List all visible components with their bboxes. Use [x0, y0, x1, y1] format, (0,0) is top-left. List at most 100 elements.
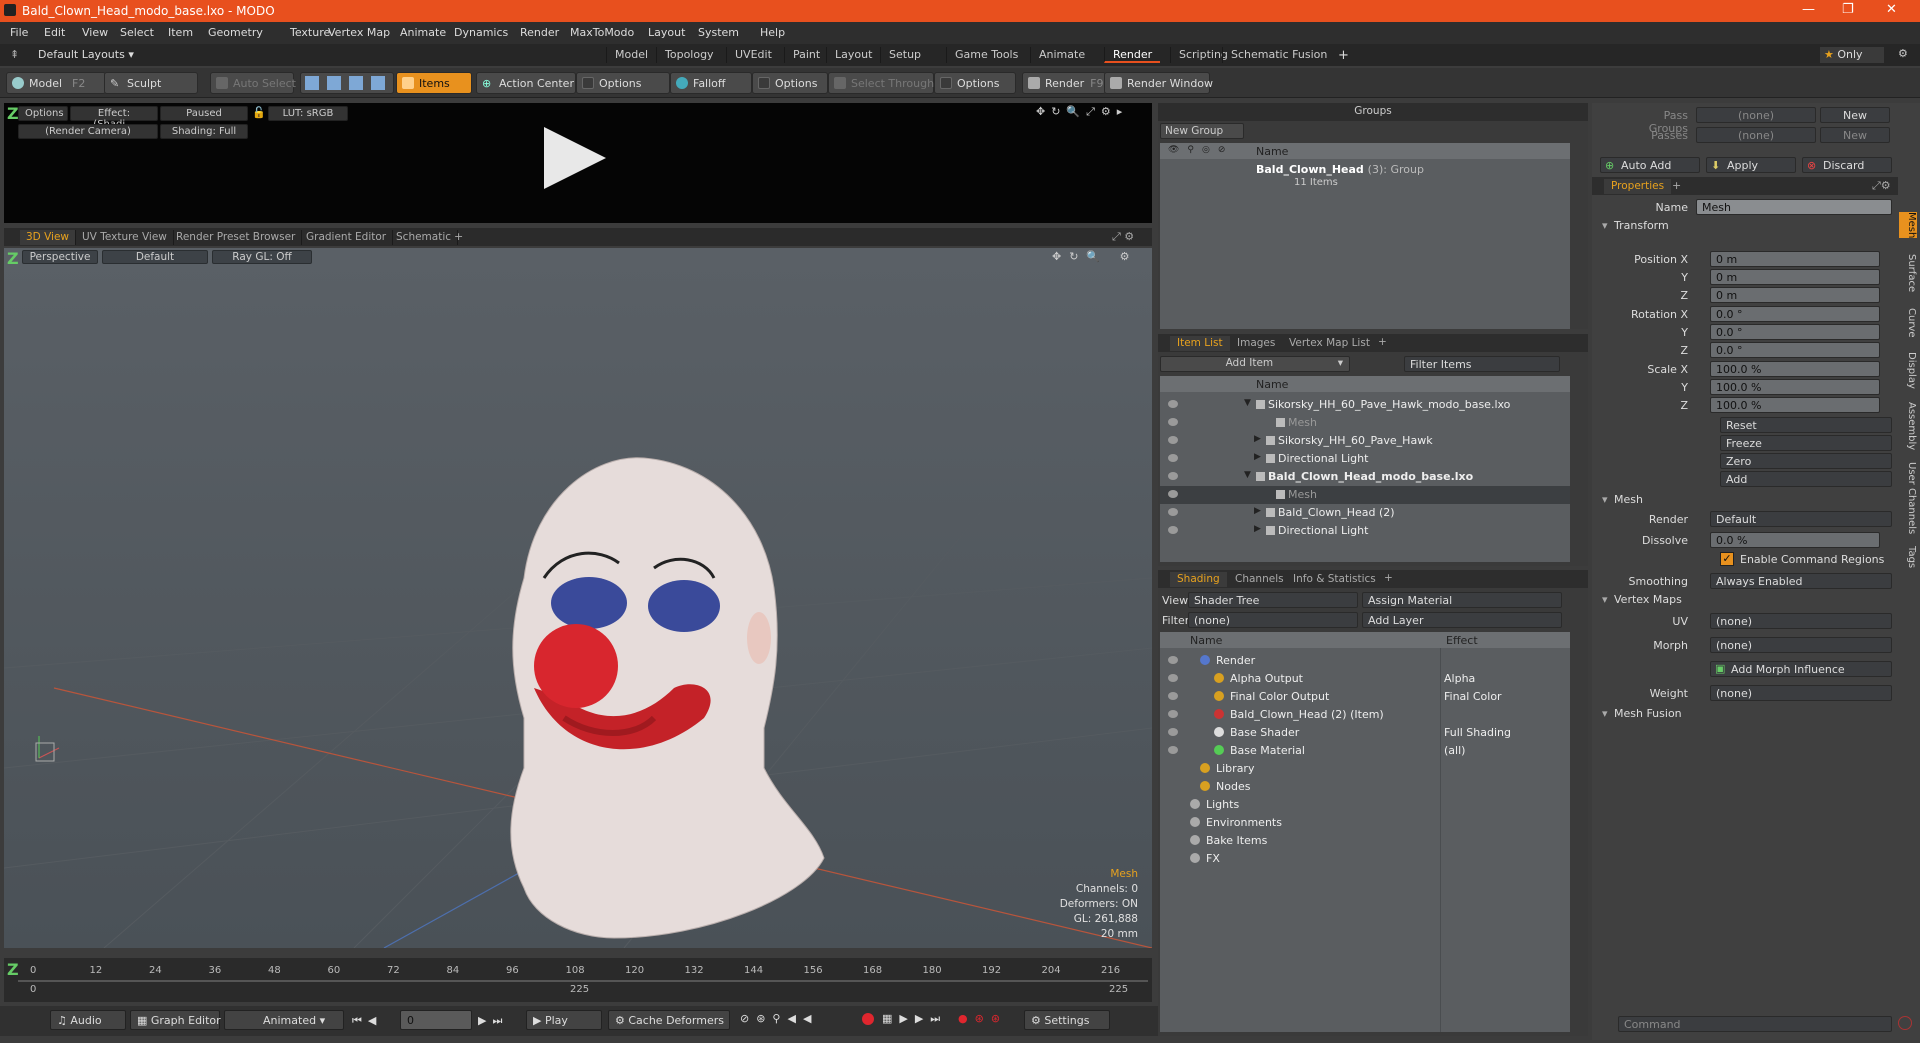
position-x-field[interactable]: 0 m: [1710, 251, 1880, 267]
item-list-row[interactable]: ▶ Directional Light: [1160, 450, 1570, 468]
command-input[interactable]: Command: [1618, 1016, 1892, 1032]
shader-row[interactable]: Render: [1160, 652, 1570, 670]
timeline-range-bar[interactable]: [18, 980, 1148, 982]
shader-filter-dropdown[interactable]: (none): [1188, 612, 1358, 628]
item-list-row[interactable]: Mesh: [1160, 414, 1570, 432]
item-list-row[interactable]: Mesh: [1160, 486, 1570, 504]
layout-tab-layout[interactable]: Layout: [826, 47, 880, 63]
layout-tab-game-tools[interactable]: Game Tools: [946, 47, 1026, 63]
preview-nav-icons[interactable]: ✥↻🔍⤢⚙▸: [1036, 105, 1128, 119]
scale-z-field[interactable]: 100.0 %: [1710, 397, 1880, 413]
rotation-z-field[interactable]: 0.0 °: [1710, 342, 1880, 358]
shader-row[interactable]: Bald_Clown_Head (2) (Item): [1160, 706, 1570, 724]
add-tab-icon[interactable]: +: [1378, 336, 1387, 348]
only-toggle[interactable]: ★ Only: [1820, 47, 1884, 63]
graph-editor-button[interactable]: ▦ Graph Editor: [130, 1010, 221, 1030]
menu-dynamics[interactable]: Dynamics: [454, 26, 508, 39]
tab-uv-texture-view[interactable]: UV Texture View: [76, 230, 174, 245]
enable-command-regions-checkbox[interactable]: ✓: [1720, 552, 1734, 566]
preview-options-button[interactable]: Options: [18, 106, 68, 121]
side-tab-surface[interactable]: Surface: [1899, 254, 1917, 292]
preview-paused-button[interactable]: Paused: [160, 106, 248, 121]
new-pass-button[interactable]: New: [1820, 127, 1890, 143]
layout-tab-uvedit[interactable]: UVEdit: [726, 47, 780, 63]
render-preview[interactable]: Z Options Effect: (Shadi... Paused 🔓 LUT…: [4, 103, 1152, 223]
sculpt-button[interactable]: ✎ Sculpt: [104, 72, 198, 94]
maximize-viewport-icon[interactable]: ⤢ ⚙: [1112, 230, 1134, 244]
rotation-y-field[interactable]: 0.0 °: [1710, 324, 1880, 340]
layout-tab-paint[interactable]: Paint: [784, 47, 828, 63]
item-list-row[interactable]: ▶ Sikorsky_HH_60_Pave_Hawk: [1160, 432, 1570, 450]
new-group-button[interactable]: New Group: [1160, 123, 1244, 139]
close-icon[interactable]: ✕: [1886, 2, 1897, 17]
add-tab-icon[interactable]: +: [1384, 572, 1393, 584]
menu-maxtomodo[interactable]: MaxToModo: [570, 26, 634, 39]
shader-effect[interactable]: (all): [1444, 744, 1465, 757]
falloff-options[interactable]: Options: [752, 72, 828, 94]
visibility-eye-icon[interactable]: [1168, 674, 1178, 682]
auto-key-icons[interactable]: ●⊛⊛: [958, 1012, 1007, 1025]
layout-tab-animate[interactable]: Animate: [1030, 47, 1093, 63]
visibility-eye-icon[interactable]: [1168, 508, 1178, 516]
audio-button[interactable]: ♫ Audio: [50, 1010, 126, 1030]
panel-options-icon[interactable]: ⤢⚙: [1872, 179, 1891, 193]
mesh-fusion-section[interactable]: Mesh Fusion: [1600, 707, 1896, 723]
add-tab-icon[interactable]: +: [454, 230, 463, 243]
rotation-x-field[interactable]: 0.0 °: [1710, 306, 1880, 322]
visibility-eye-icon[interactable]: [1168, 418, 1178, 426]
preview-effect-dropdown[interactable]: Effect: (Shadi...: [70, 106, 158, 130]
item-list-row[interactable]: ▶ Bald_Clown_Head (2): [1160, 504, 1570, 522]
settings-button[interactable]: ⚙ Settings: [1024, 1010, 1110, 1030]
layout-preset[interactable]: Default Layouts ▾: [38, 48, 134, 61]
add-tab-icon[interactable]: +: [1672, 179, 1681, 192]
transport-forward-icons[interactable]: ▶⏭: [478, 1014, 508, 1028]
filter-items-input[interactable]: Filter Items: [1404, 356, 1560, 372]
weight-dropdown[interactable]: (none): [1710, 685, 1892, 701]
expand-arrow-icon[interactable]: ▶: [1254, 524, 1261, 534]
menu-system[interactable]: System: [698, 26, 739, 39]
shader-row[interactable]: Library: [1160, 760, 1570, 778]
shader-row[interactable]: Lights: [1160, 796, 1570, 814]
menu-geometry[interactable]: Geometry: [208, 26, 263, 39]
position-z-field[interactable]: 0 m: [1710, 287, 1880, 303]
discard-button[interactable]: ⊗ Discard: [1802, 157, 1892, 173]
passes-dropdown[interactable]: (none): [1696, 127, 1816, 143]
play-icon[interactable]: [544, 127, 606, 189]
3d-viewport[interactable]: Z Perspective Default Ray GL: Off ✥↻🔍 ⚙: [4, 248, 1152, 948]
item-list-row[interactable]: ▼ Bald_Clown_Head_modo_base.lxo: [1160, 468, 1570, 486]
shader-row[interactable]: Environments: [1160, 814, 1570, 832]
tab-schematic[interactable]: Schematic: [390, 230, 459, 245]
item-list-row[interactable]: ▶ Directional Light: [1160, 522, 1570, 540]
menu-layout[interactable]: Layout: [648, 26, 685, 39]
side-tab-curve[interactable]: Curve: [1899, 308, 1917, 338]
tab-images[interactable]: Images: [1230, 336, 1282, 351]
shader-tree-dropdown[interactable]: Shader Tree: [1188, 592, 1358, 608]
reset-dropdown[interactable]: Reset: [1720, 417, 1892, 433]
falloff-button[interactable]: Falloff: [670, 72, 752, 94]
model-button[interactable]: Model F2: [6, 72, 106, 94]
play-button[interactable]: ▶ Play: [526, 1010, 602, 1030]
tab-properties[interactable]: Properties: [1604, 179, 1672, 194]
preview-camera-dropdown[interactable]: (Render Camera): [18, 124, 158, 139]
visibility-eye-icon[interactable]: [1168, 436, 1178, 444]
action-center-options[interactable]: Options: [576, 72, 670, 94]
group-item-name[interactable]: Bald_Clown_Head (3): Group: [1256, 163, 1424, 176]
side-tab-mesh[interactable]: Mesh: [1899, 212, 1917, 239]
animated-dropdown[interactable]: Animated ▾: [224, 1010, 344, 1030]
tab-shading[interactable]: Shading: [1170, 572, 1227, 587]
auto-select-button[interactable]: Auto Select: [210, 72, 296, 94]
assign-material-dropdown[interactable]: Assign Material: [1362, 592, 1562, 608]
auto-add-button[interactable]: ⊕ Auto Add: [1600, 157, 1700, 173]
item-name-field[interactable]: Mesh: [1696, 199, 1892, 215]
visibility-eye-icon[interactable]: [1168, 454, 1178, 462]
menu-select[interactable]: Select: [120, 26, 154, 39]
shader-effect[interactable]: Final Color: [1444, 690, 1502, 703]
command-clear-icon[interactable]: [1898, 1016, 1912, 1030]
render-window-button[interactable]: Render Window: [1104, 72, 1213, 94]
menu-texture[interactable]: Texture: [290, 26, 330, 39]
shader-row[interactable]: Final Color Output Final Color: [1160, 688, 1570, 706]
shader-row[interactable]: Bake Items: [1160, 832, 1570, 850]
scale-x-field[interactable]: 100.0 %: [1710, 361, 1880, 377]
visibility-eye-icon[interactable]: [1168, 692, 1178, 700]
maximize-icon[interactable]: ❐: [1842, 2, 1854, 17]
